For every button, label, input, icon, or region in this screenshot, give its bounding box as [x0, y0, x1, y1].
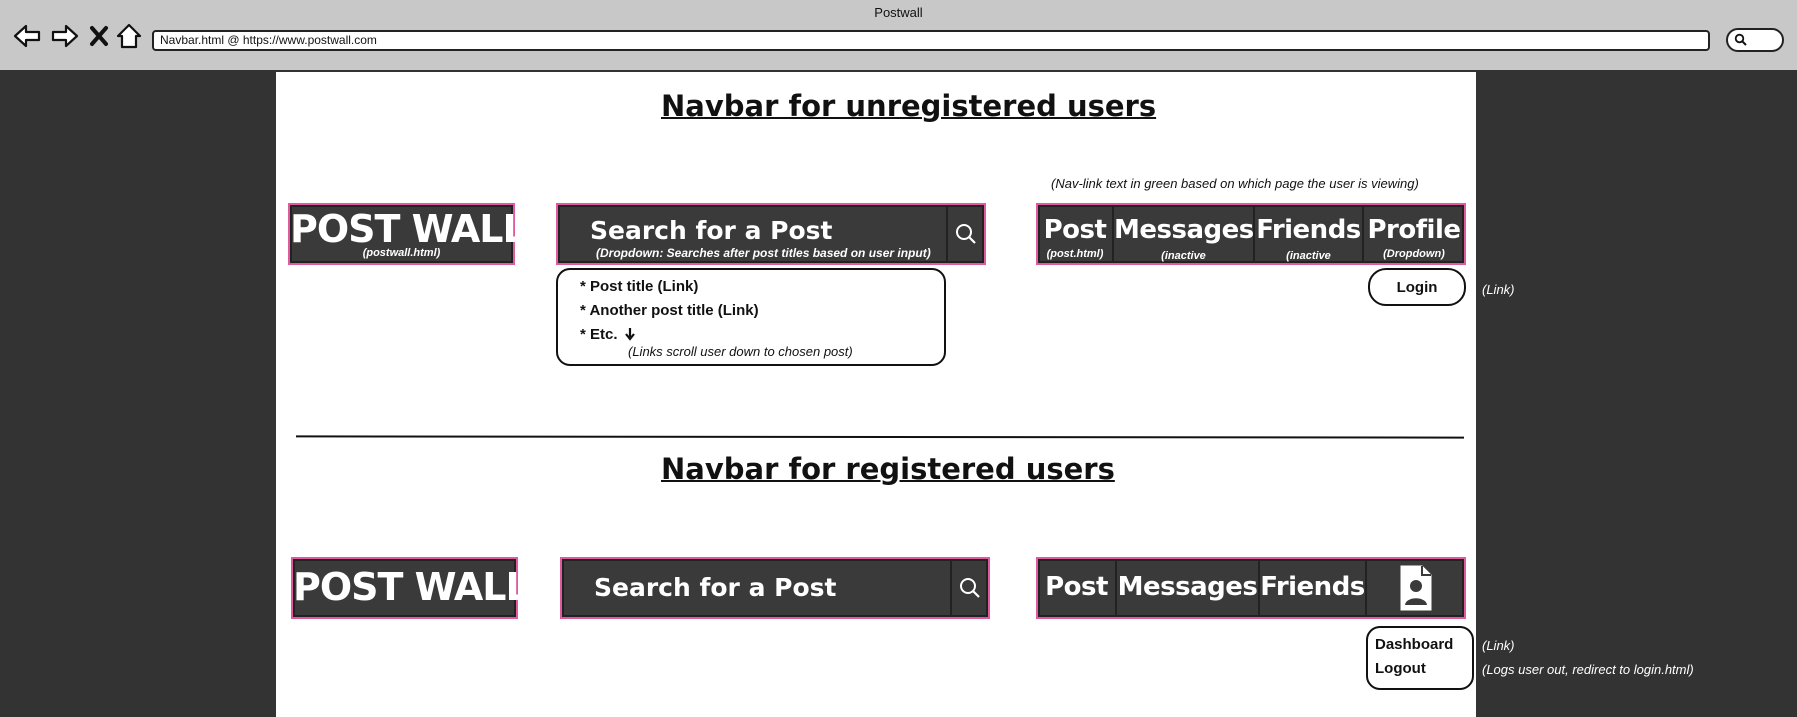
- nav-link-note: (post.html): [1046, 248, 1104, 260]
- logo-registered[interactable]: POST WALL: [291, 557, 530, 619]
- logout-link-note: (Logs user out, redirect to login.html): [1482, 662, 1694, 677]
- nav-link-note: (Nav-link text in green based on which p…: [1051, 176, 1419, 191]
- nav-link-label: Friends: [1256, 215, 1361, 245]
- dropdown-item[interactable]: * Etc.: [580, 326, 636, 343]
- stop-icon[interactable]: [82, 20, 116, 52]
- login-link-note: (Link): [1482, 282, 1515, 297]
- search-dropdown-note: (Dropdown: Searches after post titles ba…: [596, 246, 931, 260]
- home-icon[interactable]: [112, 20, 146, 52]
- dashboard-link[interactable]: Dashboard: [1375, 636, 1453, 653]
- search-icon: [1734, 33, 1747, 46]
- dropdown-item[interactable]: * Another post title (Link): [580, 302, 759, 319]
- nav-link-friends[interactable]: Friends (inactive: [1255, 205, 1364, 263]
- search-bar-registered[interactable]: Search for a Post: [560, 557, 990, 619]
- logout-link[interactable]: Logout: [1375, 660, 1426, 677]
- page-canvas: Navbar for unregistered users (Nav-link …: [276, 72, 1694, 717]
- search-placeholder: Search for a Post: [594, 573, 837, 602]
- user-profile-icon: [1400, 565, 1431, 611]
- navbar-links-registered: Post Messages Friends: [1036, 557, 1466, 619]
- search-button[interactable]: [950, 559, 988, 617]
- login-button[interactable]: Login: [1368, 268, 1466, 306]
- search-bar-unregistered[interactable]: Search for a Post (Dropdown: Searches af…: [556, 203, 986, 265]
- navbar-links-unregistered: Post (post.html) Messages (inactive Frie…: [1036, 203, 1466, 265]
- arrow-down-icon: [624, 328, 635, 341]
- url-bar[interactable]: Navbar.html @ https://www.postwall.com: [152, 30, 1710, 51]
- nav-link-post[interactable]: Post: [1038, 559, 1117, 617]
- search-placeholder: Search for a Post: [590, 216, 833, 245]
- window-title: Postwall: [874, 5, 923, 20]
- dropdown-item[interactable]: * Post title (Link): [580, 278, 698, 295]
- dashboard-link-note: (Link): [1482, 638, 1515, 653]
- section-divider: [295, 435, 1465, 439]
- forward-arrow-icon[interactable]: [48, 20, 82, 52]
- nav-link-post[interactable]: Post (post.html): [1038, 205, 1114, 263]
- nav-link-profile[interactable]: Profile (Dropdown): [1364, 205, 1464, 263]
- nav-link-messages[interactable]: Messages (inactive: [1114, 205, 1255, 263]
- nav-link-messages[interactable]: Messages: [1117, 559, 1260, 617]
- profile-button[interactable]: [1367, 559, 1464, 617]
- logo-text: POST WALL: [290, 207, 527, 251]
- nav-link-note: (inactive: [1161, 250, 1206, 262]
- logo-unregistered[interactable]: POST WALL (postwall.html): [288, 203, 527, 265]
- nav-link-note: (Dropdown): [1383, 248, 1445, 260]
- logo-text: POST WALL: [293, 565, 530, 609]
- section-heading-registered: Navbar for registered users: [661, 452, 1115, 486]
- browser-chrome: Postwall Navbar.html @ https://www.postw…: [0, 0, 1797, 72]
- browser-search-field[interactable]: [1726, 28, 1784, 52]
- nav-link-label: Friends: [1260, 572, 1365, 602]
- nav-link-note: (inactive: [1286, 250, 1331, 262]
- logo-link-note: (postwall.html): [362, 247, 441, 259]
- nav-link-label: Post: [1043, 215, 1107, 245]
- back-arrow-icon[interactable]: [10, 20, 44, 52]
- dropdown-item-label: * Etc.: [580, 326, 618, 343]
- dropdown-note: (Links scroll user down to chosen post): [628, 344, 853, 359]
- search-icon: [960, 578, 980, 598]
- nav-link-friends[interactable]: Friends: [1260, 559, 1367, 617]
- profile-dropdown: Dashboard Logout: [1366, 626, 1474, 690]
- nav-link-label: Messages: [1117, 572, 1258, 602]
- search-button[interactable]: [946, 205, 984, 263]
- section-heading-unregistered: Navbar for unregistered users: [661, 89, 1157, 123]
- search-icon: [956, 224, 976, 244]
- nav-link-label: Post: [1045, 572, 1108, 602]
- nav-link-label: Messages: [1114, 215, 1254, 245]
- search-dropdown: * Post title (Link) * Another post title…: [556, 268, 946, 366]
- nav-link-label: Profile: [1367, 215, 1461, 245]
